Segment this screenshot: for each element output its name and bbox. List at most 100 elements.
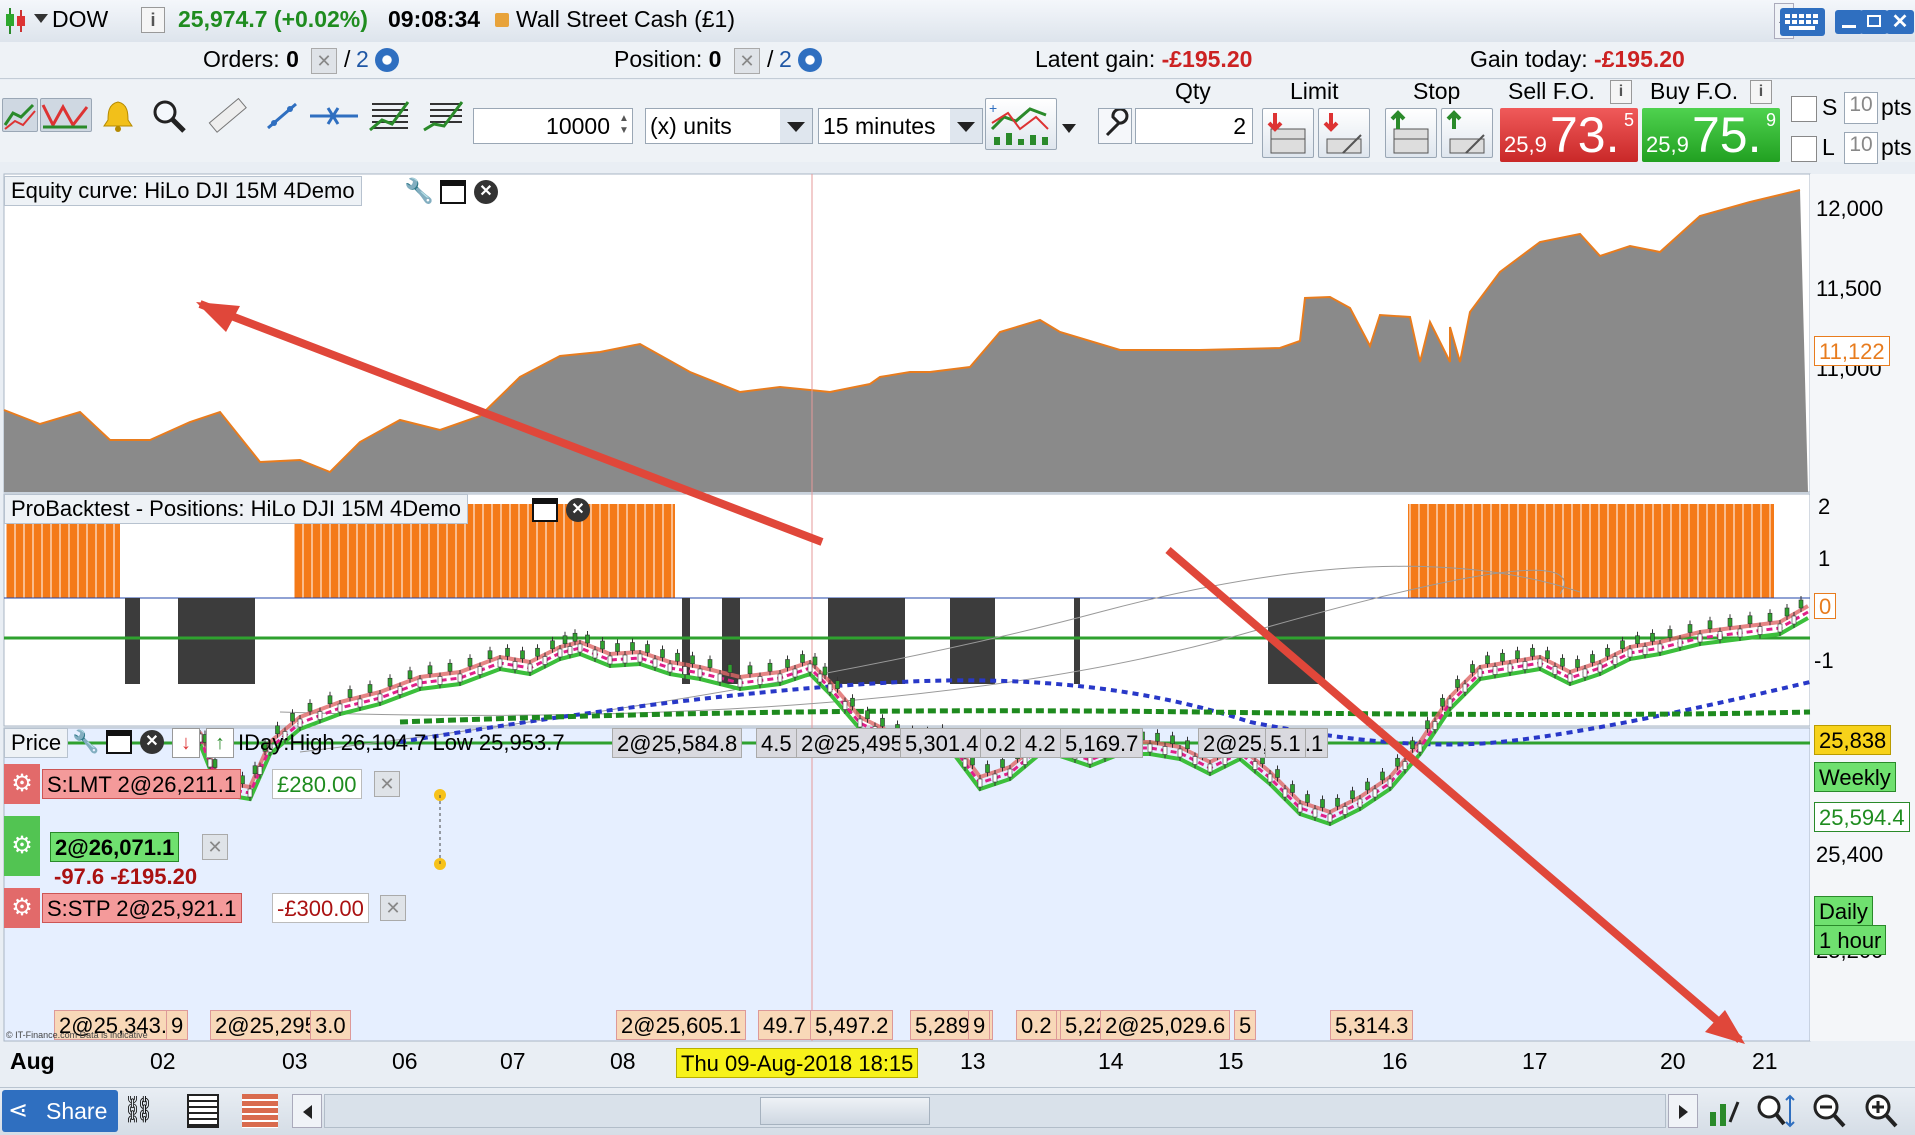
candle-body — [977, 778, 983, 788]
chart-canvas[interactable] — [0, 172, 1915, 1087]
share-button[interactable]: ⋖ Share — [2, 1090, 118, 1132]
limit-order-gear-icon[interactable]: ⚙ — [4, 764, 40, 804]
svg-text:+: + — [989, 100, 997, 116]
auto-scale-icon[interactable] — [1706, 1092, 1742, 1130]
stop-checkbox-label: S — [1822, 94, 1838, 120]
units-type-select[interactable]: (x) units — [645, 108, 813, 144]
sell-button[interactable]: 25,9 73. 5 — [1500, 107, 1638, 163]
stop-checkbox[interactable] — [1791, 96, 1817, 122]
price-wrench-icon[interactable]: 🔧 — [72, 728, 100, 756]
units-input[interactable]: 10000 ▲ ▼ — [473, 108, 633, 144]
positions-window-icon[interactable] — [532, 498, 558, 522]
sell-arrow-icon[interactable]: ↓ — [172, 728, 200, 758]
candle-body — [1590, 654, 1595, 663]
buy-info-icon[interactable]: i — [1750, 80, 1772, 104]
stop-points-input[interactable]: 10 — [1844, 92, 1878, 124]
candle-body — [652, 658, 658, 668]
stop-order-gear-icon[interactable]: ⚙ — [4, 888, 40, 928]
candle-body — [1757, 626, 1763, 635]
grid-icon[interactable] — [242, 1094, 278, 1128]
scrollbar-thumb[interactable] — [760, 1097, 930, 1125]
keyboard-icon[interactable] — [1780, 8, 1825, 36]
equity-wrench-icon[interactable]: 🔧 — [404, 178, 434, 206]
trend-lines-icon[interactable] — [40, 98, 92, 132]
stop-sell-button[interactable] — [1385, 108, 1437, 158]
zoom-in-icon[interactable] — [1862, 1092, 1902, 1130]
price-close-icon[interactable]: ✕ — [140, 730, 164, 754]
scroll-right-icon[interactable] — [1668, 1094, 1698, 1128]
equity-window-icon[interactable] — [440, 180, 466, 204]
zoom-out-icon[interactable] — [1810, 1092, 1850, 1130]
add-indicator-button[interactable]: + — [985, 98, 1057, 150]
instrument-name[interactable]: DOW — [52, 6, 108, 33]
timeframe-select[interactable]: 15 minutes — [818, 108, 983, 144]
close-window-icon[interactable]: ✕ — [1886, 10, 1914, 34]
position-gear-icon[interactable]: ⚙ — [4, 816, 40, 876]
candle-body — [535, 647, 540, 657]
order-wrench-icon[interactable] — [1098, 107, 1132, 144]
candle-body — [985, 764, 990, 773]
price-axis-weekly: Weekly — [1814, 762, 1896, 792]
stop-buy-button[interactable] — [1441, 108, 1493, 158]
limit-order-label[interactable]: S:LMT 2@26,211.1 — [42, 769, 242, 799]
stop-order-label[interactable]: S:STP 2@25,921.1 — [42, 893, 242, 923]
stop-order-cancel-icon[interactable]: ✕ — [380, 895, 406, 921]
link-icon[interactable]: ⛓ — [122, 1094, 155, 1130]
position-close-icon[interactable]: ✕ — [202, 834, 228, 860]
candle-body — [800, 654, 805, 663]
limit-order-cancel-icon[interactable]: ✕ — [374, 771, 400, 797]
orders-gear-icon[interactable] — [375, 48, 399, 72]
orders-cancel-icon[interactable]: ✕ — [311, 48, 337, 74]
line-tool-icon[interactable] — [264, 98, 300, 134]
positions-close-icon[interactable]: ✕ — [566, 498, 590, 522]
minimize-window-icon[interactable] — [1835, 10, 1863, 34]
zoom-fit-icon[interactable] — [1754, 1092, 1796, 1130]
limit-sell-button[interactable] — [1262, 108, 1314, 158]
position-entry-label[interactable]: 2@26,071.1 — [50, 832, 180, 862]
chart-area[interactable]: Equity curve: HiLo DJI 15M 4Demo 🔧 ✕ 12,… — [0, 172, 1915, 1087]
zoom-search-icon[interactable] — [150, 98, 190, 134]
info-icon[interactable]: i — [141, 7, 165, 33]
limit-buy-button[interactable] — [1318, 108, 1370, 158]
position-count: 2 — [779, 46, 792, 72]
candle-body — [717, 673, 723, 683]
ruler-icon[interactable] — [205, 97, 249, 134]
indicator-menu-arrow-icon[interactable] — [1062, 124, 1076, 133]
candle-body — [1777, 623, 1783, 633]
candle-body — [1162, 746, 1168, 755]
candle-body — [297, 718, 303, 728]
units-spinner-icon[interactable]: ▲ ▼ — [618, 113, 630, 139]
menu-arrow-icon[interactable] — [34, 14, 48, 23]
position-summary[interactable]: Position: 0 — [614, 46, 721, 73]
candlestick-logo-icon[interactable] — [4, 6, 28, 36]
candle-body — [817, 673, 823, 683]
equity-close-icon[interactable]: ✕ — [474, 180, 498, 204]
limit-points-input[interactable]: 10 — [1844, 132, 1878, 164]
candle-body — [240, 775, 245, 785]
line-chart-icon[interactable] — [2, 98, 38, 132]
candle-body — [1627, 648, 1633, 658]
channel-icon[interactable] — [420, 98, 466, 134]
qty-input[interactable]: 2 — [1135, 108, 1253, 144]
horizontal-scrollbar[interactable] — [324, 1094, 1666, 1128]
price-panel-title: Price — [4, 728, 69, 758]
horizontal-line-icon[interactable] — [308, 98, 360, 134]
scroll-left-icon[interactable] — [292, 1094, 322, 1128]
candle-body — [1297, 803, 1303, 813]
alert-bell-icon[interactable] — [98, 98, 138, 134]
position-gear-icon[interactable] — [798, 48, 822, 72]
buy-button[interactable]: 25,9 75. 9 — [1642, 107, 1780, 163]
limit-checkbox[interactable] — [1791, 136, 1817, 162]
candle-body — [767, 662, 773, 672]
position-close-icon[interactable]: ✕ — [734, 48, 760, 74]
list-icon[interactable] — [187, 1094, 219, 1128]
candle-body — [1737, 628, 1743, 638]
sell-info-icon[interactable]: i — [1610, 80, 1632, 104]
maximize-window-icon[interactable] — [1860, 10, 1888, 34]
price-window-icon[interactable] — [106, 730, 132, 754]
buy-arrow-icon[interactable]: ↑ — [206, 728, 234, 758]
orders-summary[interactable]: Orders: 0 — [203, 46, 299, 73]
fibonacci-icon[interactable] — [366, 98, 412, 134]
candle-body — [207, 758, 213, 768]
candle-body — [697, 668, 703, 678]
